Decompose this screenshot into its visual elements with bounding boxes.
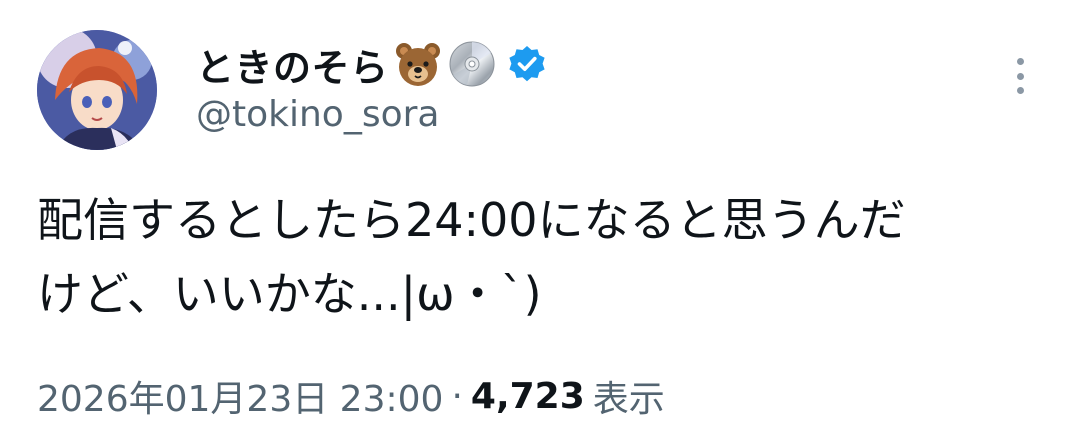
more-dot-icon	[1016, 87, 1024, 94]
bear-face-icon	[393, 39, 443, 89]
tweet-text-line: けど、いいかな...|ω・`)	[37, 267, 542, 321]
tweet-meta: 2026年01月23日 23:00 · 4,723 表示	[37, 366, 665, 426]
more-options-button[interactable]	[1006, 52, 1034, 100]
author-name-row[interactable]: ときのそら	[196, 36, 547, 92]
avatar[interactable]	[37, 30, 157, 150]
verified-badge-icon[interactable]	[507, 44, 547, 84]
views-label: 表示	[592, 379, 665, 420]
more-dot-icon	[1016, 72, 1024, 80]
more-dot-icon	[1016, 58, 1024, 65]
display-name[interactable]: ときのそら	[196, 37, 389, 92]
tweet-text: 配信するとしたら24:00になると思うんだ けど、いいかな...|ω・`)	[37, 183, 1047, 331]
meta-separator: ·	[451, 375, 463, 417]
views-count: 4,723	[470, 375, 585, 417]
timestamp-link[interactable]: 2026年01月23日 23:00	[37, 370, 443, 422]
optical-disc-icon	[447, 39, 497, 89]
user-handle[interactable]: @tokino_sora	[196, 94, 439, 135]
tweet-text-line: 配信するとしたら24:00になると思うんだ	[37, 193, 906, 247]
tweet-card: ときのそら @tokino_sora 配信するとしたら24:00になると思うんだ…	[0, 0, 1080, 443]
